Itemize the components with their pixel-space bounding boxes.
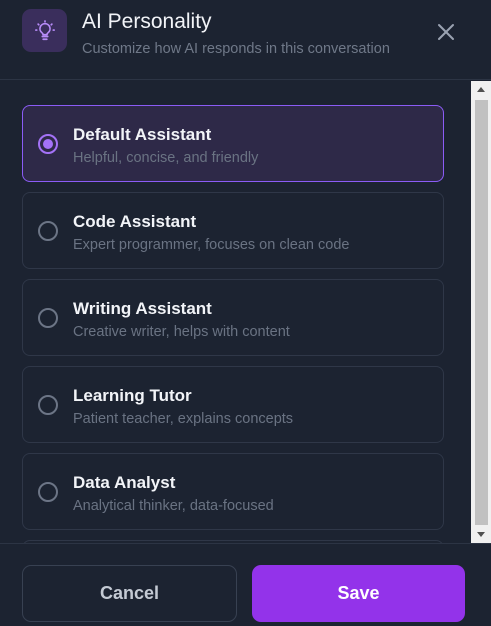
option-description: Helpful, concise, and friendly	[73, 150, 259, 166]
option-code-assistant[interactable]: Code Assistant Expert programmer, focuse…	[22, 192, 444, 269]
scroll-down-arrow-icon[interactable]	[471, 526, 491, 543]
scrollbar[interactable]	[471, 81, 491, 543]
radio-button[interactable]	[38, 395, 58, 415]
close-button[interactable]	[432, 18, 460, 46]
option-description: Creative writer, helps with content	[73, 324, 290, 340]
lightbulb-icon	[22, 9, 67, 52]
radio-button[interactable]	[38, 221, 58, 241]
radio-selected-dot	[43, 139, 53, 149]
radio-button[interactable]	[38, 308, 58, 328]
save-button[interactable]: Save	[252, 565, 465, 622]
radio-button[interactable]	[38, 134, 58, 154]
dialog-footer: Cancel Save	[0, 543, 491, 626]
option-name: Code Assistant	[73, 212, 197, 231]
option-writing-assistant[interactable]: Writing Assistant Creative writer, helps…	[22, 279, 444, 356]
option-default-assistant[interactable]: Default Assistant Helpful, concise, and …	[22, 105, 444, 182]
dialog-title: AI Personality	[82, 10, 212, 33]
option-name: Learning Tutor	[73, 386, 192, 405]
option-description: Expert programmer, focuses on clean code	[73, 237, 350, 253]
personality-list: Default Assistant Helpful, concise, and …	[0, 81, 491, 543]
scrollbar-thumb[interactable]	[475, 100, 488, 525]
ai-personality-dialog: AI Personality Customize how AI responds…	[0, 0, 491, 626]
option-description: Analytical thinker, data-focused	[73, 498, 274, 514]
option-name: Default Assistant	[73, 125, 212, 144]
close-icon	[438, 24, 454, 40]
dialog-subtitle: Customize how AI responds in this conver…	[82, 41, 390, 57]
option-data-analyst[interactable]: Data Analyst Analytical thinker, data-fo…	[22, 453, 444, 530]
option-learning-tutor[interactable]: Learning Tutor Patient teacher, explains…	[22, 366, 444, 443]
radio-button[interactable]	[38, 482, 58, 502]
scroll-up-arrow-icon[interactable]	[471, 81, 491, 98]
option-name: Data Analyst	[73, 473, 176, 492]
option-description: Patient teacher, explains concepts	[73, 411, 294, 427]
cancel-button[interactable]: Cancel	[22, 565, 237, 622]
dialog-header: AI Personality Customize how AI responds…	[0, 0, 491, 80]
option-name: Writing Assistant	[73, 299, 212, 318]
